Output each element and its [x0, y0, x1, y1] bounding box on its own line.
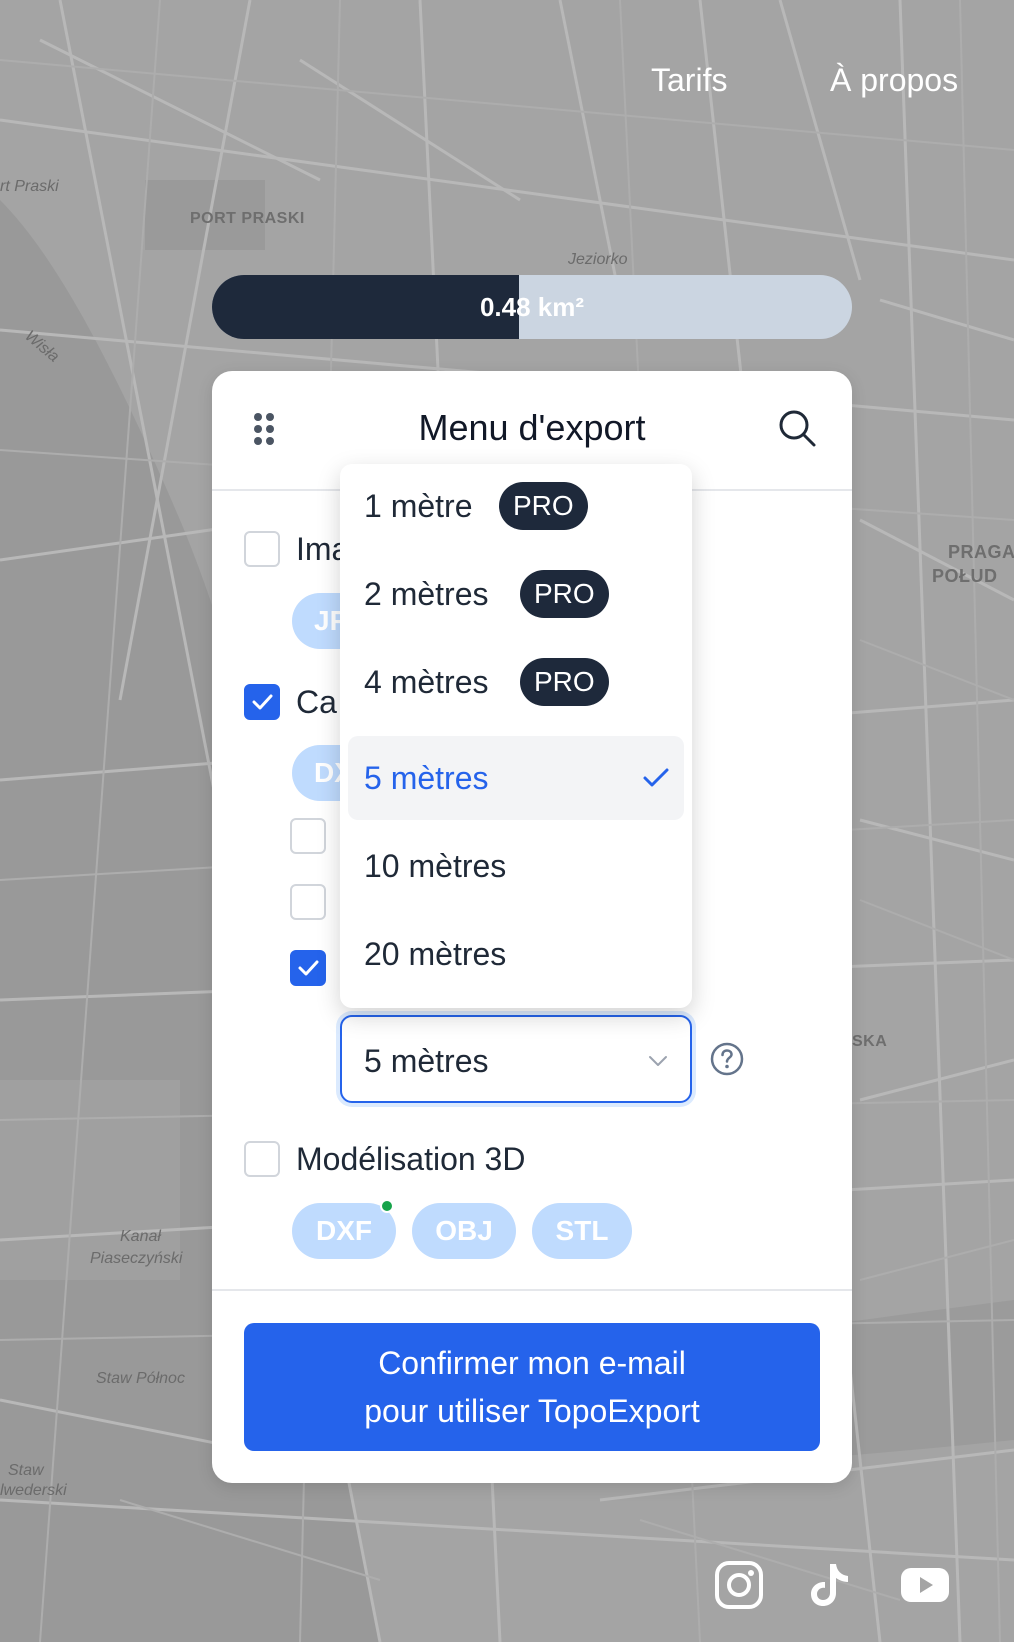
- dropdown-option-label: 5 mètres: [364, 760, 489, 796]
- dropdown-option-label: 1 mètre: [364, 488, 473, 524]
- sub-option-checkbox-3[interactable]: [290, 950, 326, 986]
- nav-link-a-propos[interactable]: À propos: [830, 62, 958, 99]
- check-icon: [252, 694, 273, 710]
- search-icon[interactable]: [776, 407, 820, 451]
- dropdown-option-10m[interactable]: 10 mètres: [348, 824, 684, 908]
- instagram-icon[interactable]: [714, 1560, 764, 1610]
- resolution-select[interactable]: 5 mètres: [340, 1015, 692, 1103]
- youtube-icon[interactable]: [900, 1560, 950, 1610]
- map-label-jeziorko: Jeziorko: [568, 251, 628, 268]
- sub-option-checkbox-2[interactable]: [290, 884, 326, 920]
- dropdown-option-label: 2 mètres: [364, 576, 489, 612]
- area-value: 0.48 km²: [479, 291, 585, 322]
- modelisation-label: Modélisation 3D: [296, 1141, 526, 1177]
- dropdown-option-2m[interactable]: 2 mètres PRO: [348, 552, 684, 636]
- modelisation-chip-obj[interactable]: OBJ: [412, 1203, 516, 1259]
- pro-badge: PRO: [520, 570, 609, 618]
- confirm-email-line-2: pour utiliser TopoExport: [364, 1393, 700, 1429]
- dropdown-option-label: 20 mètres: [364, 936, 507, 972]
- confirm-email-line-1: Confirmer mon e-mail: [378, 1345, 686, 1381]
- dropdown-option-1m[interactable]: 1 mètre PRO: [348, 464, 684, 548]
- nav-link-tarifs[interactable]: Tarifs: [651, 62, 727, 99]
- map-label-ska: SKA: [852, 1033, 888, 1050]
- confirm-email-button[interactable]: Confirmer mon e-mail pour utiliser TopoE…: [244, 1323, 820, 1451]
- pro-badge: PRO: [520, 658, 609, 706]
- cartes-checkbox[interactable]: [244, 684, 280, 720]
- resolution-select-value: 5 mètres: [364, 1043, 489, 1079]
- map-label-poludnie: POŁUD: [932, 566, 998, 586]
- new-indicator-dot: [380, 1199, 394, 1213]
- cartes-label: Ca: [296, 684, 337, 720]
- dropdown-option-5m[interactable]: 5 mètres: [348, 736, 684, 820]
- dropdown-option-label: 10 mètres: [364, 848, 507, 884]
- dropdown-option-4m[interactable]: 4 mètres PRO: [348, 640, 684, 724]
- map-label-kanal: Kanał: [120, 1228, 161, 1245]
- resolution-dropdown: 1 mètre PRO 2 mètres PRO 4 mètres PRO 5 …: [340, 464, 692, 1008]
- map-label-port-praski: PORT PRASKI: [190, 210, 305, 227]
- panel-title: Menu d'export: [418, 407, 646, 448]
- map-label-piaseczynski: Piaseczyński: [90, 1250, 183, 1267]
- map-label-staw-polnocny: Staw Północ: [96, 1370, 185, 1387]
- map-label-praga: PRAGA: [948, 542, 1014, 562]
- modelisation-chip-dxf[interactable]: DXF: [292, 1203, 396, 1259]
- dropdown-option-20m[interactable]: 20 mètres: [348, 912, 684, 996]
- pro-badge: PRO: [499, 482, 588, 530]
- dropdown-option-label: 4 mètres: [364, 664, 489, 700]
- chevron-down-icon: [649, 1056, 667, 1066]
- map-label-port-praski-italic: rt Praski: [0, 178, 59, 195]
- map-label-staw-lwederski: lwederski: [0, 1482, 67, 1499]
- modelisation-chip-stl[interactable]: STL: [532, 1203, 632, 1259]
- help-icon[interactable]: [710, 1042, 744, 1076]
- check-icon: [298, 960, 319, 976]
- area-progress-bar: 0.48 km²: [212, 275, 852, 339]
- check-icon: [643, 768, 669, 787]
- sub-option-checkbox-1[interactable]: [290, 818, 326, 854]
- map-label-staw: Staw: [8, 1462, 44, 1479]
- modelisation-checkbox[interactable]: [244, 1141, 280, 1177]
- images-checkbox[interactable]: [244, 531, 280, 567]
- tiktok-icon[interactable]: [806, 1560, 856, 1610]
- panel-footer-divider: [212, 1289, 852, 1291]
